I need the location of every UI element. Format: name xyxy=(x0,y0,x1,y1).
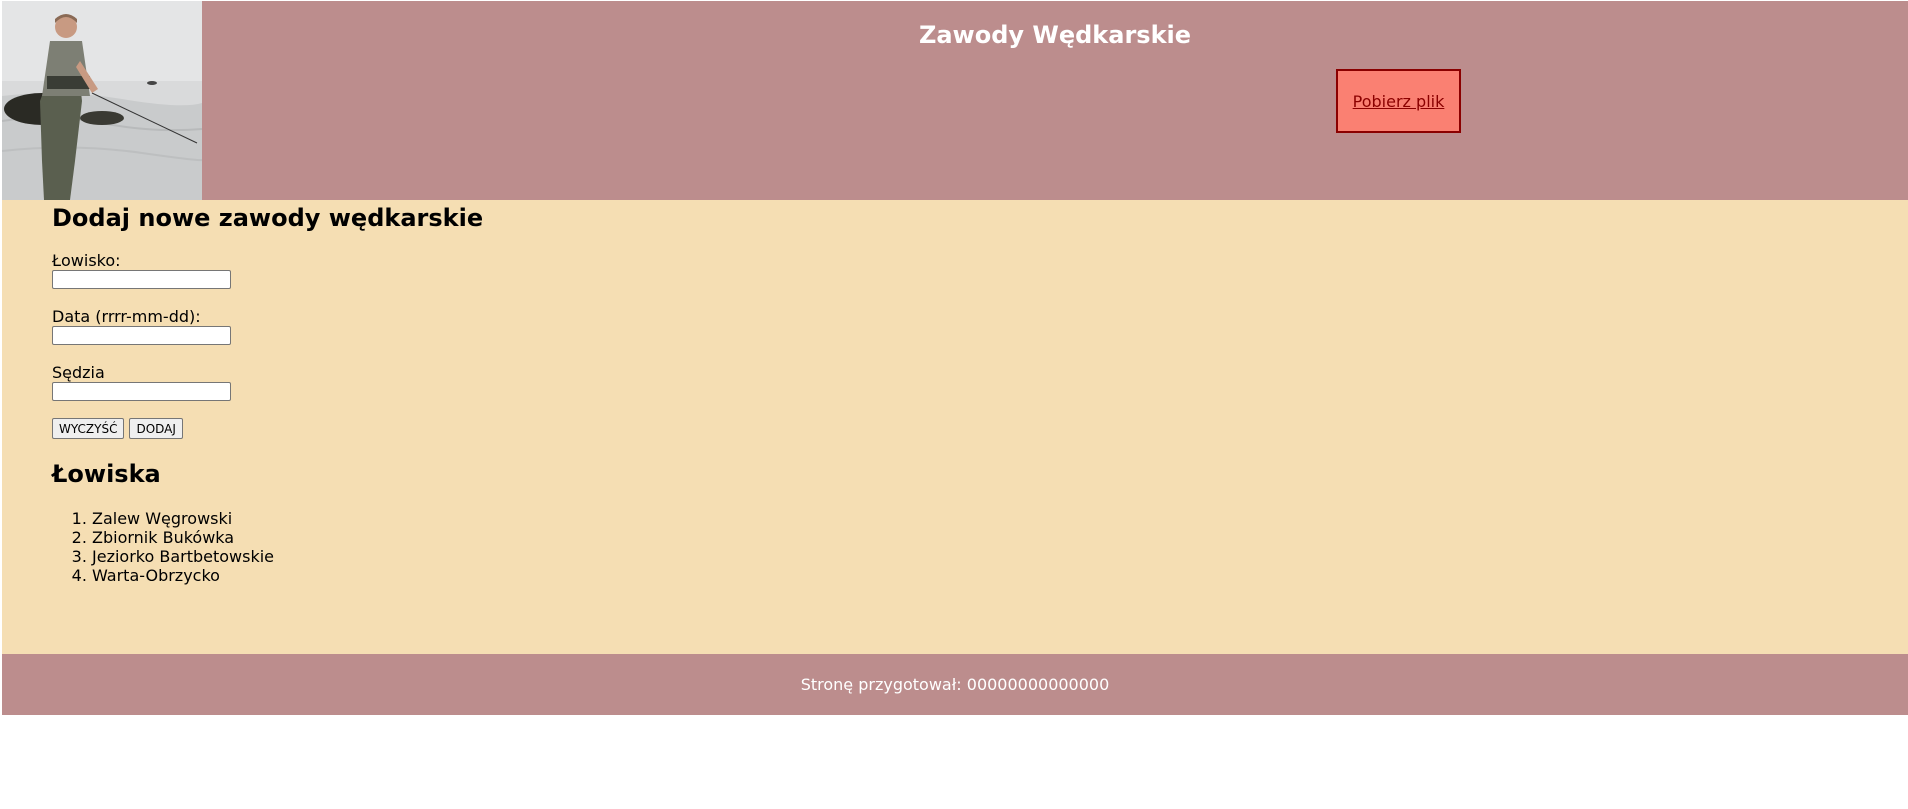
fishery-label: Łowisko: xyxy=(52,251,121,270)
site-title: Zawody Wędkarskie xyxy=(918,21,1192,49)
fisherman-image xyxy=(2,1,202,200)
fishery-list-item: Zalew Węgrowski xyxy=(92,509,483,528)
fishery-list-item: Warta-Obrzycko xyxy=(92,566,483,585)
fishery-input[interactable] xyxy=(52,270,231,289)
date-input[interactable] xyxy=(52,326,231,345)
form-buttons: WYCZYŚĆ DODAJ xyxy=(52,418,483,439)
footer-text: Stronę przygotował: 00000000000000 xyxy=(800,675,1110,694)
judge-input[interactable] xyxy=(52,382,231,401)
fisherman-photo xyxy=(2,1,202,200)
download-link[interactable]: Pobierz plik xyxy=(1353,92,1445,111)
date-field: Data (rrrr-mm-dd): xyxy=(52,307,483,345)
judge-field: Sędzia xyxy=(52,363,483,401)
main-content: Dodaj nowe zawody wędkarskie Łowisko: Da… xyxy=(2,200,1908,654)
form-title: Dodaj nowe zawody wędkarskie xyxy=(52,204,484,232)
clear-button[interactable]: WYCZYŚĆ xyxy=(52,418,125,439)
judge-label: Sędzia xyxy=(52,363,105,382)
footer: Stronę przygotował: 00000000000000 xyxy=(2,654,1908,715)
download-box: Pobierz plik xyxy=(1336,69,1461,133)
fishery-field: Łowisko: xyxy=(52,251,483,289)
fisheries-list: Zalew Węgrowski Zbiornik Bukówka Jeziork… xyxy=(52,509,483,585)
page: Zawody Wędkarskie Pobierz plik Dodaj now… xyxy=(0,0,1908,809)
fishery-list-item: Zbiornik Bukówka xyxy=(92,528,483,547)
fisheries-title: Łowiska xyxy=(52,460,161,488)
add-button[interactable]: DODAJ xyxy=(129,418,183,439)
date-label: Data (rrrr-mm-dd): xyxy=(52,307,201,326)
fishery-list-item: Jeziorko Bartbetowskie xyxy=(92,547,483,566)
header: Zawody Wędkarskie Pobierz plik xyxy=(2,1,1908,200)
main-inner: Dodaj nowe zawody wędkarskie Łowisko: Da… xyxy=(52,200,483,585)
